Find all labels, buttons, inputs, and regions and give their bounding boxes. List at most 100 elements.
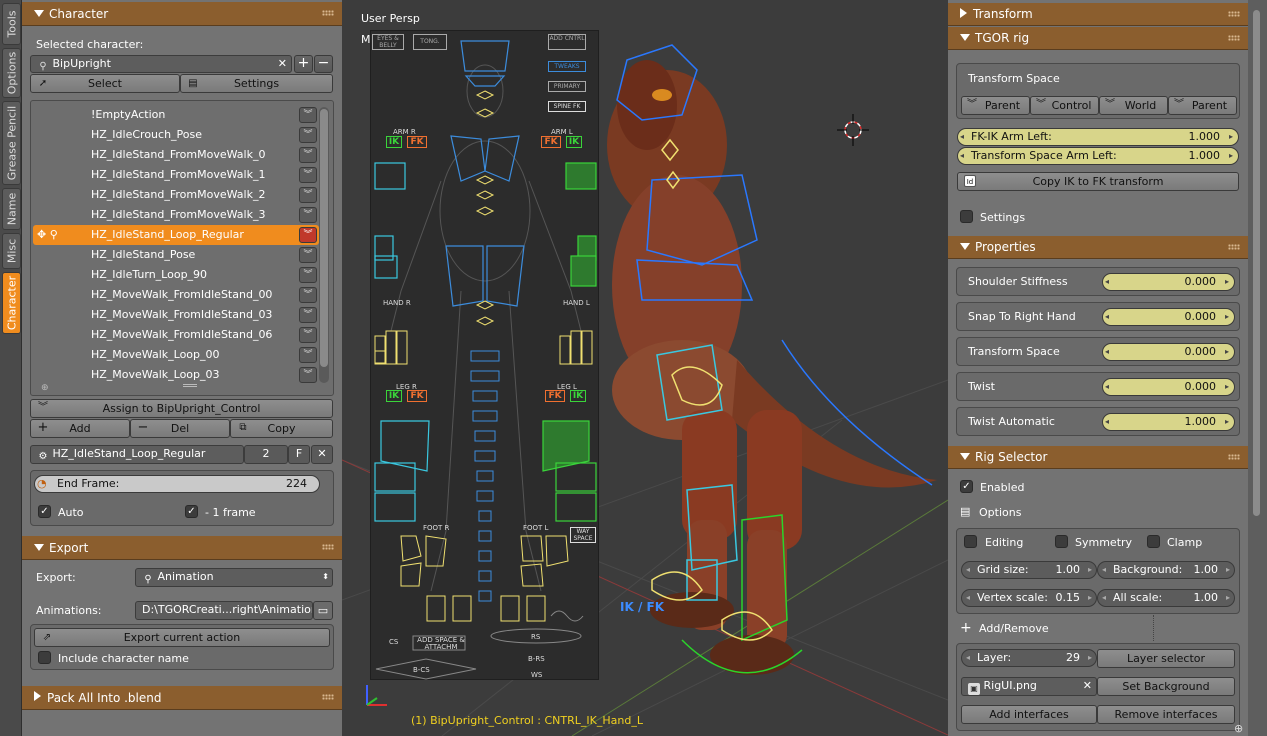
tab-tools[interactable]: Tools [2, 3, 21, 45]
increment-icon[interactable]: ▸ [1226, 590, 1230, 606]
leg-l-ik-button[interactable]: IK [570, 390, 586, 402]
all-scale-field[interactable]: ◂ All scale: 1.00 ▸ [1097, 589, 1235, 607]
property-value-field[interactable]: ◂ 0.000 ▸ [1102, 308, 1235, 326]
double-chevron-icon[interactable]: ︾ [299, 347, 317, 363]
space-button-parent[interactable]: ︾ Parent [1168, 96, 1237, 115]
leg-r-ik-button[interactable]: IK [386, 390, 402, 402]
auto-checkbox[interactable]: ✓ [38, 505, 51, 518]
resize-icon[interactable]: ⊕ [41, 383, 49, 393]
space-button-control[interactable]: ︾ Control [1030, 96, 1099, 115]
increment-icon[interactable]: ▸ [1226, 129, 1236, 145]
increment-icon[interactable]: ▸ [1088, 562, 1092, 578]
set-background-button[interactable]: Set Background [1097, 677, 1235, 696]
action-list-item[interactable]: HZ_IdleCrouch_Pose ︾ [33, 125, 319, 145]
leg-l-fk-button[interactable]: FK [545, 390, 565, 402]
decrement-icon[interactable]: ◂ [966, 562, 970, 578]
double-chevron-icon[interactable]: ︾ [299, 287, 317, 303]
add-button[interactable]: + Add [30, 419, 130, 438]
export-type-dropdown[interactable]: ⚲ Animation ⬍ [135, 568, 333, 587]
decrement-icon[interactable]: ◂ [958, 148, 967, 164]
rig-selector-panel-header[interactable]: Rig Selector [948, 446, 1248, 469]
layer-selector-button[interactable]: Layer selector [1097, 649, 1235, 668]
b-cs-label[interactable]: B-CS [413, 666, 430, 674]
space-button-parent[interactable]: ︾ Parent [961, 96, 1030, 115]
background-field[interactable]: ◂ Background: 1.00 ▸ [1097, 561, 1235, 579]
double-chevron-icon[interactable]: ︾ [299, 187, 317, 203]
action-users-count[interactable]: 2 [244, 445, 288, 464]
increment-icon[interactable]: ▸ [1088, 590, 1092, 606]
tgor-panel-header[interactable]: TGOR rig [948, 27, 1248, 50]
enabled-checkbox[interactable]: ✓ [960, 480, 973, 493]
ws-label[interactable]: WS [531, 671, 542, 679]
drag-grip-icon[interactable] [1228, 244, 1240, 250]
right-scrollbar[interactable] [1248, 0, 1267, 736]
tab-name[interactable]: Name [2, 188, 21, 230]
action-list-item[interactable]: HZ_IdleStand_FromMoveWalk_1 ︾ [33, 165, 319, 185]
drag-grip-icon[interactable] [322, 10, 334, 16]
assign-button[interactable]: ︾ Assign to BipUpright_Control [30, 399, 333, 418]
character-selector[interactable]: ⚲ BipUpright ✕ [30, 55, 292, 73]
tab-grease-pencil[interactable]: Grease Pencil [2, 101, 21, 185]
decrement-icon[interactable]: ◂ [966, 590, 970, 606]
settings-checkbox[interactable] [960, 210, 973, 223]
action-list-item[interactable]: HZ_MoveWalk_FromIdleStand_03 ︾ [33, 305, 319, 325]
arm-l-ik-button[interactable]: IK [566, 136, 582, 148]
image-field[interactable]: ▣ RigUI.png ✕ [961, 677, 1097, 696]
decrement-icon[interactable]: ◂ [1102, 562, 1106, 578]
drag-grip-icon[interactable] [322, 544, 334, 550]
add-interfaces-button[interactable]: Add interfaces [961, 705, 1097, 724]
double-chevron-icon[interactable]: ︾ [299, 367, 317, 383]
tweaks-button[interactable]: TWEAKS [548, 61, 586, 72]
decrement-icon[interactable]: ◂ [1103, 309, 1112, 325]
layer-field[interactable]: ◂ Layer: 29 ▸ [961, 649, 1097, 667]
unlink-icon[interactable]: ✕ [311, 445, 333, 464]
decrement-icon[interactable]: ◂ [1102, 590, 1106, 606]
fake-user-button[interactable]: F [288, 445, 310, 464]
double-chevron-icon[interactable]: ︾ [299, 267, 317, 283]
del-button[interactable]: − Del [130, 419, 230, 438]
increment-icon[interactable]: ▸ [1088, 650, 1092, 666]
increment-icon[interactable]: ▸ [1222, 344, 1232, 360]
fkik-arm-left-field[interactable]: ◂ FK-IK Arm Left: 1.000 ▸ [957, 128, 1239, 146]
action-list-item[interactable]: HZ_MoveWalk_FromIdleStand_00 ︾ [33, 285, 319, 305]
transform-panel-header[interactable]: Transform [948, 3, 1248, 26]
add-space-attachm-button[interactable]: ADD SPACE & ATTACHM [417, 637, 465, 651]
drag-handle-icon[interactable] [183, 384, 197, 387]
animations-path-field[interactable]: D:\TGORCreati...right\Animation\ [135, 601, 313, 620]
remove-character-button[interactable]: − [314, 55, 333, 73]
b-rs-label[interactable]: B-RS [528, 655, 545, 663]
double-chevron-icon[interactable]: ︾ [299, 247, 317, 263]
space-button-world[interactable]: ︾ World [1099, 96, 1168, 115]
export-panel-header[interactable]: Export [22, 536, 342, 560]
decrement-icon[interactable]: ◂ [1103, 274, 1112, 290]
property-value-field[interactable]: ◂ 0.000 ▸ [1102, 273, 1235, 291]
decrement-icon[interactable]: ◂ [958, 129, 967, 145]
add-region-icon[interactable]: ⊕ [1234, 722, 1243, 735]
drag-grip-icon[interactable] [322, 694, 334, 700]
double-chevron-icon[interactable]: ︾ [299, 327, 317, 343]
rig-picker-overlay[interactable]: EYES & BELLY TONG. ADD CNTRL TWEAKS PRIM… [370, 30, 599, 680]
export-current-action-button[interactable]: ⇗ Export current action [34, 628, 330, 647]
increment-icon[interactable]: ▸ [1222, 309, 1232, 325]
clear-icon[interactable]: ✕ [1083, 678, 1092, 694]
double-chevron-icon[interactable]: ︾ [299, 207, 317, 223]
copy-ik-to-fk-button[interactable]: Id Copy IK to FK transform [957, 172, 1239, 191]
decrement-icon[interactable]: ◂ [1103, 414, 1112, 430]
grid-size-field[interactable]: ◂ Grid size: 1.00 ▸ [961, 561, 1097, 579]
cs-label[interactable]: CS [389, 638, 398, 646]
increment-icon[interactable]: ▸ [1226, 148, 1236, 164]
double-chevron-icon[interactable]: ︾ [299, 127, 317, 143]
action-list-item[interactable]: HZ_IdleStand_FromMoveWalk_3 ︾ [33, 205, 319, 225]
property-value-field[interactable]: ◂ 0.000 ▸ [1102, 378, 1235, 396]
editing-checkbox[interactable] [964, 535, 977, 548]
remove-interfaces-button[interactable]: Remove interfaces [1097, 705, 1235, 724]
double-chevron-icon[interactable]: ︾ [299, 147, 317, 163]
spine-fk-button[interactable]: SPINE FK [548, 101, 586, 112]
eyes-belly-button[interactable]: EYES & BELLY [372, 34, 404, 50]
drag-grip-icon[interactable] [1228, 35, 1240, 41]
increment-icon[interactable]: ▸ [1226, 562, 1230, 578]
drag-grip-icon[interactable] [1228, 11, 1240, 17]
scrollbar-thumb[interactable] [1253, 10, 1260, 516]
pack-panel-header[interactable]: Pack All Into .blend [22, 686, 342, 710]
copy-button[interactable]: ⧉ Copy [230, 419, 333, 438]
